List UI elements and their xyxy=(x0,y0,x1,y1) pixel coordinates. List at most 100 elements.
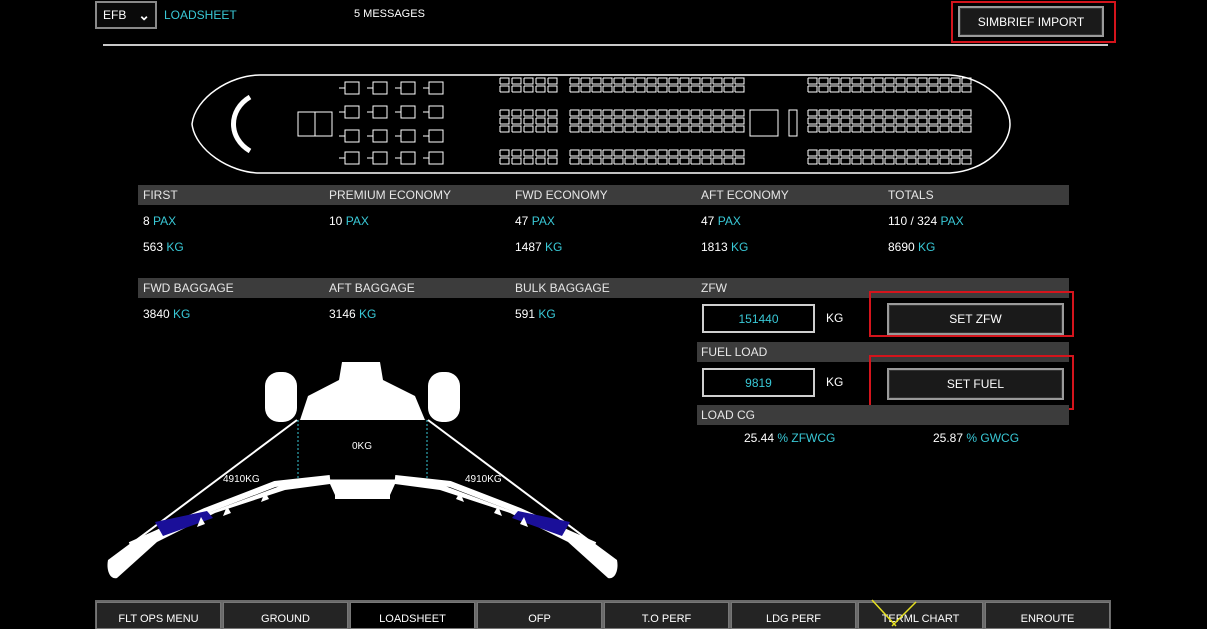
first-pax: 8 PAX xyxy=(143,214,177,228)
seat xyxy=(950,77,961,85)
seat xyxy=(635,117,646,125)
seat xyxy=(635,125,646,133)
fwd-economy-kg: 1487 KG xyxy=(515,240,563,254)
seat xyxy=(906,125,917,133)
seat xyxy=(511,85,522,93)
seat xyxy=(862,109,873,117)
seat xyxy=(613,157,624,165)
seat xyxy=(679,157,690,165)
seat xyxy=(624,85,635,93)
divider xyxy=(103,44,1108,46)
seat xyxy=(580,117,591,125)
set-fuel-button[interactable]: SET FUEL xyxy=(887,368,1064,400)
seat xyxy=(862,125,873,133)
seat xyxy=(818,109,829,117)
seat xyxy=(523,85,534,93)
seat xyxy=(734,109,745,117)
seat xyxy=(535,149,546,157)
zfwcg-value: 25.44 % ZFWCG xyxy=(744,431,836,445)
seat xyxy=(862,117,873,125)
seat xyxy=(511,109,522,117)
tab-ofp[interactable]: OFP xyxy=(477,602,602,629)
seat xyxy=(884,85,895,93)
tab-ldg-perf[interactable]: LDG PERF xyxy=(731,602,856,629)
seat xyxy=(906,85,917,93)
seat xyxy=(829,77,840,85)
seat xyxy=(840,117,851,125)
seat-pod xyxy=(339,129,360,143)
efb-dropdown[interactable]: EFB ⌄ xyxy=(95,1,157,29)
seat xyxy=(939,85,950,93)
seat xyxy=(613,125,624,133)
seat xyxy=(829,125,840,133)
seat xyxy=(895,109,906,117)
seat xyxy=(895,149,906,157)
seat xyxy=(591,77,602,85)
set-zfw-button[interactable]: SET ZFW xyxy=(887,303,1064,335)
seat xyxy=(580,157,591,165)
seat xyxy=(818,149,829,157)
seat xyxy=(840,85,851,93)
tab-to-perf[interactable]: T.O PERF xyxy=(604,602,729,629)
seat xyxy=(679,117,690,125)
center-tank-label: 0KG xyxy=(352,441,373,452)
seat xyxy=(547,125,558,133)
messages-link[interactable]: 5 MESSAGES xyxy=(354,8,425,20)
seat-pod xyxy=(339,81,360,95)
seat-pod xyxy=(395,105,416,119)
tab-flt-ops-menu[interactable]: FLT OPS MENU xyxy=(96,602,221,629)
seat xyxy=(884,157,895,165)
seat xyxy=(829,157,840,165)
seat xyxy=(591,125,602,133)
seat xyxy=(499,77,510,85)
fwd-economy-pax: 47 PAX xyxy=(515,214,555,228)
seat xyxy=(535,157,546,165)
seat xyxy=(829,149,840,157)
seat xyxy=(635,77,646,85)
seat xyxy=(499,149,510,157)
seat xyxy=(961,125,972,133)
seat xyxy=(602,77,613,85)
tab-loadsheet[interactable]: LOADSHEET xyxy=(350,602,475,629)
seat xyxy=(950,85,961,93)
seat xyxy=(657,149,668,157)
seat xyxy=(917,77,928,85)
fuel-tank-diagram xyxy=(107,362,618,579)
seat xyxy=(851,125,862,133)
seat xyxy=(499,117,510,125)
seat xyxy=(580,77,591,85)
seat xyxy=(895,85,906,93)
premium-economy-header: PREMIUM ECONOMY xyxy=(329,188,452,202)
seat xyxy=(657,109,668,117)
zfw-input[interactable]: 151440 xyxy=(702,304,815,333)
seat xyxy=(851,109,862,117)
seat xyxy=(818,125,829,133)
bulk-baggage-value: 591 KG xyxy=(515,307,556,321)
seat xyxy=(734,117,745,125)
seat xyxy=(635,85,646,93)
seat xyxy=(939,117,950,125)
tab-enroute[interactable]: ENROUTE xyxy=(985,602,1110,629)
seat xyxy=(840,157,851,165)
fuel-input[interactable]: 9819 xyxy=(702,368,815,397)
seat xyxy=(569,77,580,85)
first-header: FIRST xyxy=(143,188,178,202)
seat xyxy=(895,77,906,85)
seat xyxy=(734,85,745,93)
seat xyxy=(950,125,961,133)
seat xyxy=(569,125,580,133)
seat xyxy=(591,85,602,93)
tab-ground[interactable]: GROUND xyxy=(223,602,348,629)
seat xyxy=(646,85,657,93)
seat-pod xyxy=(395,81,416,95)
seat xyxy=(511,157,522,165)
seat xyxy=(569,109,580,117)
seat xyxy=(895,157,906,165)
seat xyxy=(734,149,745,157)
seat xyxy=(535,109,546,117)
simbrief-import-button[interactable]: SIMBRIEF IMPORT xyxy=(958,6,1104,37)
seat xyxy=(950,117,961,125)
seat xyxy=(668,125,679,133)
seat xyxy=(884,77,895,85)
seat xyxy=(712,85,723,93)
